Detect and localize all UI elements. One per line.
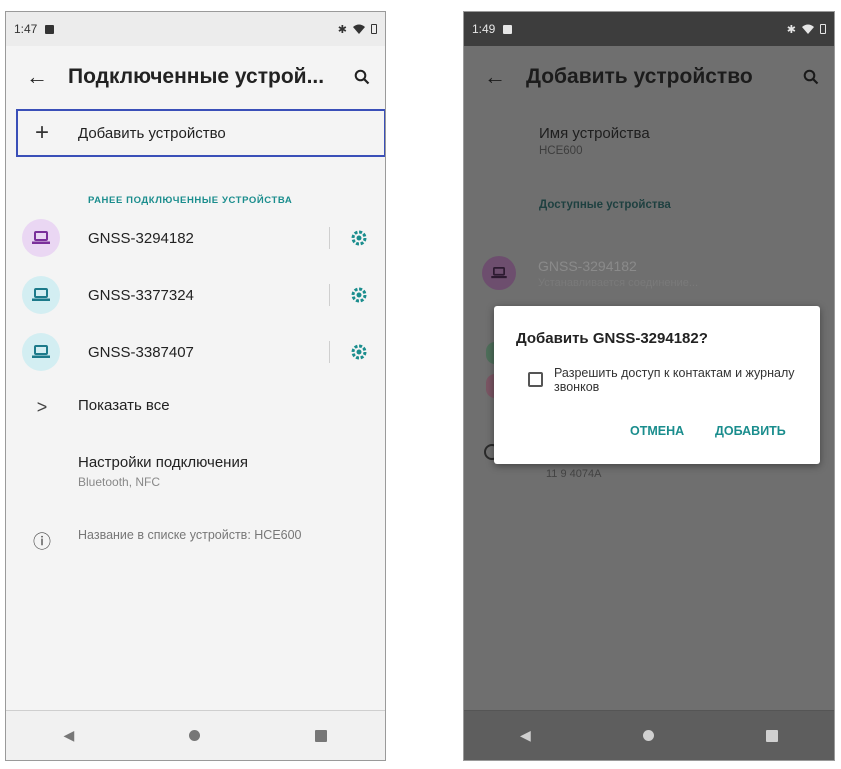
device-visible-name-text: Название в списке устройств: HCE600	[78, 528, 302, 542]
search-button[interactable]	[788, 69, 834, 85]
available-devices-header: Доступные устройства	[539, 199, 671, 211]
bluetooth-icon: ✱	[786, 23, 796, 36]
plus-icon: +	[34, 119, 49, 146]
gear-icon	[351, 287, 367, 303]
show-all-row[interactable]: > Показать все	[6, 397, 385, 418]
divider	[329, 341, 330, 363]
navigation-bar: ◀	[6, 710, 385, 760]
nav-back-icon[interactable]: ◀	[64, 727, 75, 744]
pairing-device-row[interactable]: GNSS-3294182 Устанавливается соединение.…	[482, 256, 698, 290]
nav-recents-icon[interactable]	[315, 729, 328, 742]
cancel-button[interactable]: ОТМЕНА	[630, 424, 684, 438]
connection-settings-label: Настройки подключения	[78, 454, 248, 471]
status-icons: ✱	[787, 23, 826, 36]
connection-settings-row[interactable]: Настройки подключения Bluetooth, NFC	[6, 454, 385, 489]
page-title: Добавить устройство	[526, 65, 753, 88]
laptop-icon	[491, 267, 507, 279]
device-settings-button[interactable]	[350, 229, 368, 247]
device-icon-badge	[22, 333, 60, 371]
device-name-label: Имя устройства	[539, 125, 650, 142]
notification-icon	[45, 24, 55, 34]
section-header-previously-connected: РАНЕЕ ПОДКЛЮЧЕННЫЕ УСТРОЙСТВА	[88, 195, 293, 206]
back-button[interactable]: ←	[464, 64, 526, 90]
pairing-device-name: GNSS-3294182	[538, 257, 637, 274]
wifi-icon	[353, 24, 365, 34]
connection-settings-subtitle: Bluetooth, NFC	[78, 475, 161, 489]
search-button[interactable]	[339, 69, 385, 85]
device-name: GNSS-3387407	[88, 343, 194, 361]
device-name-value: HCE600	[539, 145, 583, 157]
device-icon-badge	[482, 256, 516, 290]
device-name: GNSS-3377324	[88, 286, 194, 304]
divider	[329, 227, 330, 249]
gear-icon	[351, 344, 367, 360]
notification-icon	[503, 24, 513, 34]
device-settings-button[interactable]	[350, 343, 368, 361]
contacts-access-checkbox[interactable]	[528, 372, 543, 387]
laptop-icon	[32, 288, 50, 301]
dialog-title: Добавить GNSS-3294182?	[516, 330, 708, 347]
back-button[interactable]: ←	[6, 64, 68, 90]
divider	[329, 284, 330, 306]
device-settings-button[interactable]	[350, 286, 368, 304]
contacts-access-label[interactable]: Разрешить доступ к контактам и журналу з…	[554, 366, 804, 394]
nav-home-icon[interactable]	[189, 730, 201, 741]
device-row[interactable]: GNSS-3294182	[6, 212, 385, 264]
show-all-label: Показать все	[78, 397, 170, 414]
page-title: Подключенные устрой...	[68, 65, 325, 88]
nav-back-icon[interactable]: ◀	[520, 727, 531, 744]
device-name-field[interactable]: Имя устройства HCE600	[539, 125, 650, 157]
battery-icon	[820, 24, 826, 34]
device-row[interactable]: GNSS-3387407	[6, 326, 385, 378]
status-time: 1:47	[14, 22, 38, 36]
status-bar: 1:49 ✱	[464, 12, 834, 46]
nav-home-icon[interactable]	[642, 730, 654, 741]
add-button[interactable]: ДОБАВИТЬ	[715, 424, 786, 438]
chevron-right-icon: >	[36, 397, 48, 417]
add-device-row[interactable]: + Добавить устройство	[16, 109, 385, 157]
search-icon	[354, 69, 370, 85]
info-icon: ⓘ	[33, 532, 51, 552]
status-bar: 1:47 ✱	[6, 12, 385, 46]
laptop-icon	[32, 231, 50, 244]
pairing-dialog: Добавить GNSS-3294182? Разрешить доступ …	[494, 306, 820, 464]
status-time: 1:49	[472, 22, 496, 36]
add-device-label: Добавить устройство	[78, 124, 226, 142]
status-icons: ✱	[338, 23, 377, 36]
device-icon-badge	[22, 276, 60, 314]
gear-icon	[351, 230, 367, 246]
app-bar: ← Добавить устройство	[464, 46, 834, 108]
battery-icon	[371, 24, 377, 34]
device-icon-badge	[22, 219, 60, 257]
device-row[interactable]: GNSS-3377324	[6, 269, 385, 321]
wifi-icon	[802, 24, 814, 34]
search-icon	[803, 69, 819, 85]
device-name: GNSS-3294182	[88, 229, 194, 247]
laptop-icon	[32, 345, 50, 358]
background-device-sub: 11 9 4074A	[546, 468, 602, 480]
pairing-device-status: Устанавливается соединение...	[538, 276, 699, 289]
nav-recents-icon[interactable]	[765, 729, 778, 742]
right-phone-screen: 1:49 ✱ ← Добавить устройство Имя устройс…	[463, 11, 835, 761]
navigation-bar: ◀	[464, 710, 834, 760]
info-row: ⓘ Название в списке устройств: HCE600	[6, 528, 385, 554]
bluetooth-icon: ✱	[337, 23, 347, 36]
app-bar: ← Подключенные устрой...	[6, 46, 385, 108]
left-phone-screen: 1:47 ✱ ← Подключенные устрой... + Добави…	[5, 11, 386, 761]
